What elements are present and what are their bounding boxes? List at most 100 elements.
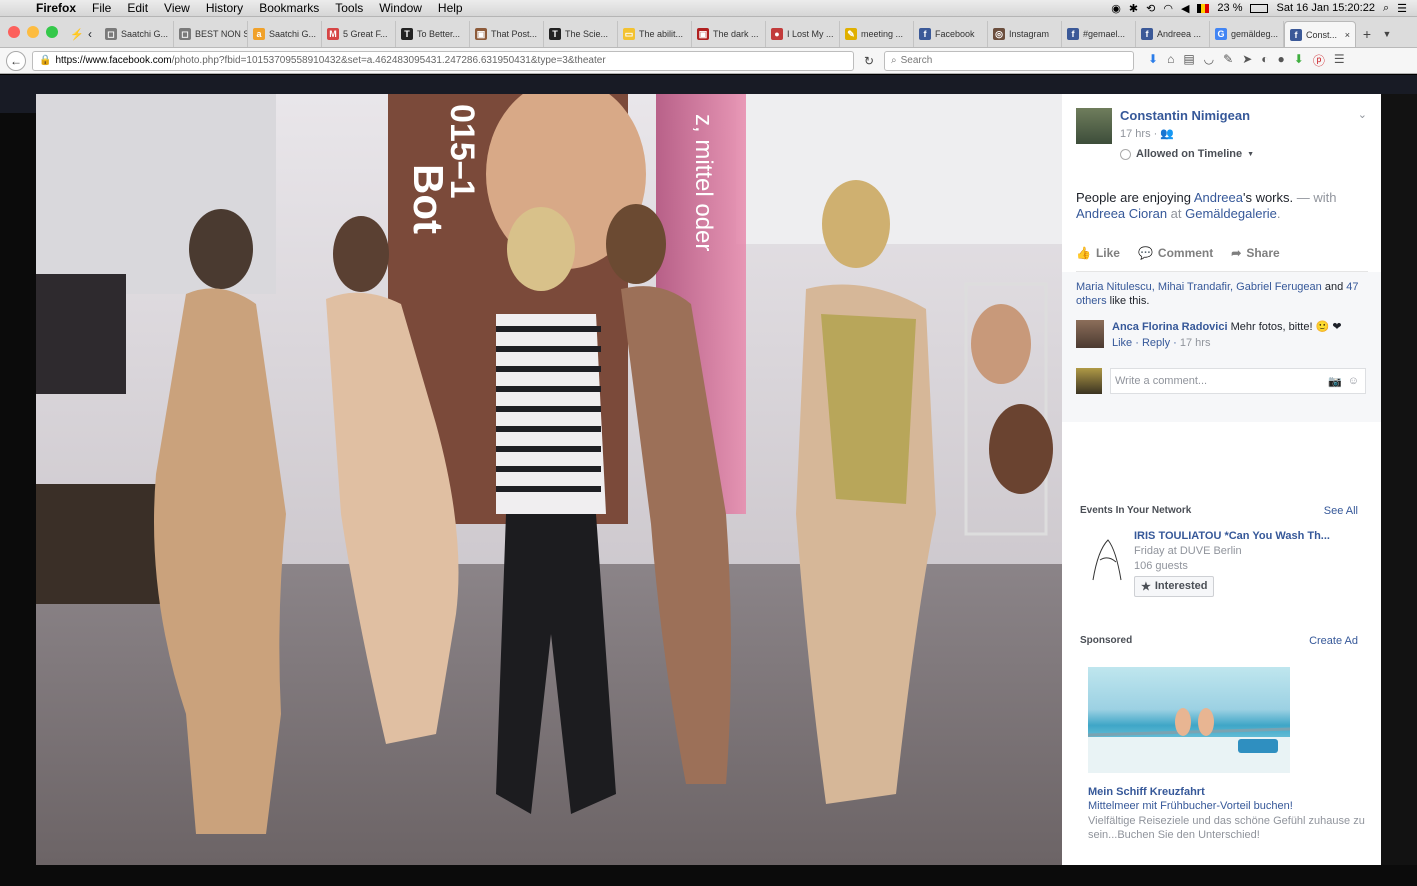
lock-icon[interactable]: 🔒 (39, 55, 51, 66)
link-andreea[interactable]: Andreea (1194, 190, 1243, 205)
share-button[interactable]: ➦ Share (1231, 246, 1279, 271)
tab-7[interactable]: ▭ The abilit... (618, 21, 692, 47)
battery-icon[interactable] (1250, 3, 1269, 13)
tab-label: The abilit... (639, 29, 684, 39)
back-button[interactable]: ← (6, 50, 26, 71)
ad-subtitle[interactable]: Mittelmeer mit Frühbucher-Vorteil buchen… (1088, 800, 1293, 812)
close-tab-icon[interactable]: × (1345, 30, 1350, 40)
url-bar[interactable]: 🔒 https://www.facebook.com/photo.php?fbi… (32, 50, 854, 71)
wifi-icon[interactable]: ◠ (1163, 2, 1173, 15)
menu-view[interactable]: View (156, 1, 198, 15)
ad-image[interactable] (1088, 667, 1290, 773)
zoom-window-button[interactable] (46, 26, 58, 38)
close-window-button[interactable] (8, 26, 20, 38)
tab-list-chevron-down-icon[interactable]: ▼ (1378, 21, 1396, 47)
spotlight-search-icon[interactable]: ⌕ (1383, 2, 1389, 15)
tab-0[interactable]: ◻ Saatchi G... (100, 21, 174, 47)
send-icon[interactable]: ➤ (1242, 52, 1252, 69)
search-input[interactable]: ⌕ Search (884, 50, 1134, 71)
menu-help[interactable]: Help (430, 1, 471, 15)
ad-title[interactable]: Mein Schiff Kreuzfahrt (1088, 786, 1205, 798)
tab-scroll-left-icon[interactable]: ‹ (88, 21, 100, 47)
camera-icon[interactable]: 📷 (1328, 375, 1342, 388)
menu-file[interactable]: File (84, 1, 119, 15)
lightning-icon[interactable]: ⚡ (66, 21, 88, 47)
link-gemaeldegalerie[interactable]: Gemäldegalerie (1185, 206, 1277, 221)
friends-audience-icon[interactable]: 👥 (1160, 128, 1174, 140)
extension-icon[interactable]: ◐ (1261, 52, 1268, 69)
author-name[interactable]: Constantin Nimigean (1120, 108, 1254, 123)
status-icon[interactable]: ◉ (1111, 2, 1121, 15)
generic-icon: ◻ (105, 28, 117, 40)
tab-6[interactable]: T The Scie... (544, 21, 618, 47)
tab-4[interactable]: T To Better... (396, 21, 470, 47)
menu-bookmarks[interactable]: Bookmarks (251, 1, 327, 15)
tab-13[interactable]: f #gemael... (1062, 21, 1136, 47)
menu-history[interactable]: History (198, 1, 251, 15)
download-green-icon[interactable]: ⬇ (1294, 52, 1304, 69)
link-andreea-cioran[interactable]: Andreea Cioran (1076, 206, 1167, 221)
author-avatar[interactable] (1076, 108, 1112, 144)
comment-like-link[interactable]: Like (1112, 337, 1132, 349)
menu-hamburger-icon[interactable]: ☰ (1334, 52, 1345, 69)
battery-percent[interactable]: 23 % (1217, 2, 1242, 14)
tab-8[interactable]: ▣ The dark ... (692, 21, 766, 47)
tab-2[interactable]: a Saatchi G... (248, 21, 322, 47)
tab-label: BEST NON S... (195, 29, 247, 39)
tab-1[interactable]: ◻ BEST NON S... (174, 21, 248, 47)
comment-time[interactable]: 17 hrs (1180, 337, 1211, 349)
time-machine-icon[interactable]: ⟲ (1146, 2, 1155, 15)
tool-icon[interactable]: ✎ (1223, 52, 1233, 69)
pocket-icon[interactable]: ◡ (1204, 52, 1214, 69)
new-tab-button[interactable]: + (1356, 21, 1378, 47)
theater-photo[interactable]: Bot 015–1 z, mittel oder (36, 94, 1062, 865)
bluetooth-icon[interactable]: ✱ (1129, 2, 1138, 15)
post-options-chevron-icon[interactable]: ⌄ (1358, 108, 1367, 121)
tab-11[interactable]: f Facebook (914, 21, 988, 47)
commenter-name[interactable]: Anca Florina Radovici (1112, 321, 1228, 333)
pinterest-icon[interactable]: ⓟ (1313, 52, 1325, 69)
facebook-icon: f (1067, 28, 1079, 40)
reading-list-icon[interactable]: ▤ (1183, 52, 1194, 69)
interested-button[interactable]: ★ Interested (1134, 576, 1215, 597)
tab-bar: ⚡ ‹ ◻ Saatchi G... ◻ BEST NON S... a Saatchi … (0, 17, 1417, 48)
events-see-all-link[interactable]: See All (1324, 505, 1358, 517)
tab-16[interactable]: f Const... × (1284, 21, 1356, 47)
minimize-window-button[interactable] (27, 26, 39, 38)
timeline-status[interactable]: Allowed on Timeline ▼ (1120, 148, 1254, 160)
facebook-icon: f (1141, 28, 1153, 40)
comment-reply-link[interactable]: Reply (1142, 337, 1170, 349)
tab-5[interactable]: ▣ That Post... (470, 21, 544, 47)
event-thumbnail[interactable] (1088, 530, 1126, 586)
tab-10[interactable]: ✎ meeting ... (840, 21, 914, 47)
reload-icon[interactable]: ↻ (860, 54, 878, 68)
commenter-avatar[interactable] (1076, 320, 1104, 348)
menu-tools[interactable]: Tools (327, 1, 371, 15)
emoji-icon[interactable]: ☺ (1348, 375, 1359, 388)
post-time[interactable]: 17 hrs (1120, 128, 1151, 140)
tab-14[interactable]: f Andreea ... (1136, 21, 1210, 47)
flag-icon[interactable] (1197, 3, 1210, 13)
tab-3[interactable]: M 5 Great F... (322, 21, 396, 47)
comment-input[interactable]: Write a comment... 📷 ☺ (1110, 368, 1366, 394)
event-title[interactable]: IRIS TOULIATOU *Can You Wash Th... (1134, 530, 1330, 542)
event-drawing-icon (1092, 539, 1122, 581)
like-button[interactable]: 👍 Like (1076, 246, 1120, 271)
clock[interactable]: Sat 16 Jan 15:20:22 (1276, 2, 1374, 14)
event-item: IRIS TOULIATOU *Can You Wash Th... Frida… (1088, 530, 1330, 597)
menu-window[interactable]: Window (371, 1, 430, 15)
volume-icon[interactable]: ◀ (1181, 2, 1189, 15)
downloads-icon[interactable]: ⬇ (1148, 52, 1158, 69)
menu-app-firefox[interactable]: Firefox (28, 1, 84, 15)
comment-button[interactable]: 💬 Comment (1138, 246, 1213, 271)
chat-icon[interactable]: ● (1278, 52, 1285, 69)
tab-15[interactable]: Ggemäldeg... (1210, 21, 1284, 47)
tab-9[interactable]: ● I Lost My ... (766, 21, 840, 47)
tab-12[interactable]: ◎ Instagram (988, 21, 1062, 47)
liker-names[interactable]: Maria Nitulescu, Mihai Trandafir, Gabrie… (1076, 281, 1322, 293)
notification-center-icon[interactable]: ☰ (1397, 2, 1407, 15)
create-ad-link[interactable]: Create Ad (1309, 635, 1358, 647)
comment-item: Anca Florina Radovici Mehr fotos, bitte!… (1076, 320, 1342, 349)
menu-edit[interactable]: Edit (119, 1, 156, 15)
home-icon[interactable]: ⌂ (1167, 52, 1174, 69)
